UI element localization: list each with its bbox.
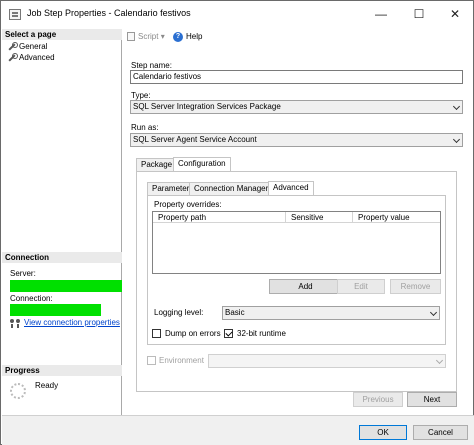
logging-level-select[interactable]: Basic — [222, 306, 440, 320]
chevron-down-icon — [452, 102, 461, 111]
logging-level-value: Basic — [225, 308, 245, 317]
script-icon — [127, 32, 135, 42]
sidebar-item-advanced[interactable]: Advanced — [7, 52, 55, 63]
help-icon: ? — [173, 32, 183, 42]
previous-button[interactable]: Previous — [353, 392, 403, 407]
chevron-down-icon — [435, 356, 444, 365]
runtime-32bit-label: 32-bit runtime — [237, 329, 286, 338]
step-name-input[interactable]: Calendario festivos — [130, 70, 463, 84]
chevron-down-icon — [452, 135, 461, 144]
progress-heading: Progress — [2, 365, 122, 376]
dump-on-errors-checkbox[interactable] — [152, 329, 161, 338]
view-connection-properties-link[interactable]: View connection properties — [24, 318, 120, 327]
runtime-32bit-checkbox[interactable] — [224, 329, 233, 338]
server-redacted-value — [10, 280, 122, 292]
title-bar: Job Step Properties - Calendario festivo… — [1, 1, 473, 29]
script-button[interactable]: Script ▾ — [127, 32, 165, 42]
column-header-sensitive: Sensitive — [286, 212, 353, 223]
connection-redacted-value — [10, 304, 101, 316]
job-step-properties-window: Job Step Properties - Calendario festivo… — [0, 0, 474, 445]
environment-select[interactable] — [208, 354, 446, 368]
run-as-label: Run as: — [131, 123, 159, 132]
remove-button[interactable]: Remove — [390, 279, 441, 294]
run-as-select[interactable]: SQL Server Agent Service Account — [130, 133, 463, 147]
property-overrides-grid[interactable]: Property path Sensitive Property value — [152, 211, 441, 274]
minimize-button[interactable]: — — [363, 1, 399, 29]
cancel-button[interactable]: Cancel — [413, 425, 468, 440]
tab-package[interactable]: Package — [136, 158, 178, 171]
server-label: Server: — [10, 269, 36, 278]
wrench-icon — [7, 53, 18, 62]
edit-button[interactable]: Edit — [337, 279, 385, 294]
help-label: Help — [186, 32, 203, 42]
type-select-value: SQL Server Integration Services Package — [133, 102, 281, 111]
dump-on-errors-label: Dump on errors — [165, 329, 221, 338]
type-select[interactable]: SQL Server Integration Services Package — [130, 100, 463, 114]
chevron-down-icon — [429, 308, 438, 317]
maximize-button[interactable]: ☐ — [401, 1, 437, 29]
logging-level-label: Logging level: — [154, 308, 204, 317]
script-label: Script — [138, 32, 159, 41]
add-button[interactable]: Add — [269, 279, 342, 294]
sidebar-item-general[interactable]: General — [7, 41, 47, 52]
progress-status: Ready — [35, 381, 59, 390]
tab-configuration[interactable]: Configuration — [173, 157, 231, 171]
ok-button[interactable]: OK — [359, 425, 407, 440]
wrench-icon — [7, 42, 18, 51]
view-connection-properties-row: View connection properties — [10, 318, 120, 328]
next-button[interactable]: Next — [407, 392, 457, 407]
window-title: Job Step Properties - Calendario festivo… — [27, 8, 191, 18]
select-page-heading: Select a page — [2, 29, 122, 40]
sidebar-item-label: General — [19, 42, 48, 51]
tab-advanced[interactable]: Advanced — [268, 181, 314, 195]
dropdown-caret-icon: ▾ — [160, 32, 165, 41]
step-name-label: Step name: — [131, 61, 172, 70]
run-as-select-value: SQL Server Agent Service Account — [133, 135, 257, 144]
tab-connection-managers[interactable]: Connection Managers — [189, 182, 278, 195]
people-icon — [10, 318, 22, 328]
property-overrides-label: Property overrides: — [154, 200, 222, 209]
column-header-property-value: Property value — [353, 212, 440, 223]
toolbar: Script ▾ ? Help — [123, 29, 473, 45]
sidebar-item-label: Advanced — [19, 53, 55, 62]
environment-checkbox[interactable] — [147, 356, 156, 365]
progress-spinner-icon — [10, 383, 26, 399]
app-window-icon — [9, 9, 21, 20]
help-button[interactable]: ? Help — [173, 32, 202, 42]
environment-label: Environment — [159, 356, 204, 365]
connection-heading: Connection — [2, 252, 122, 263]
connection-label: Connection: — [10, 294, 53, 303]
close-button[interactable]: ✕ — [437, 1, 473, 29]
column-header-property-path: Property path — [153, 212, 286, 223]
type-label: Type: — [131, 91, 151, 100]
sidebar: Select a page General Advanced Connectio… — [2, 29, 122, 443]
